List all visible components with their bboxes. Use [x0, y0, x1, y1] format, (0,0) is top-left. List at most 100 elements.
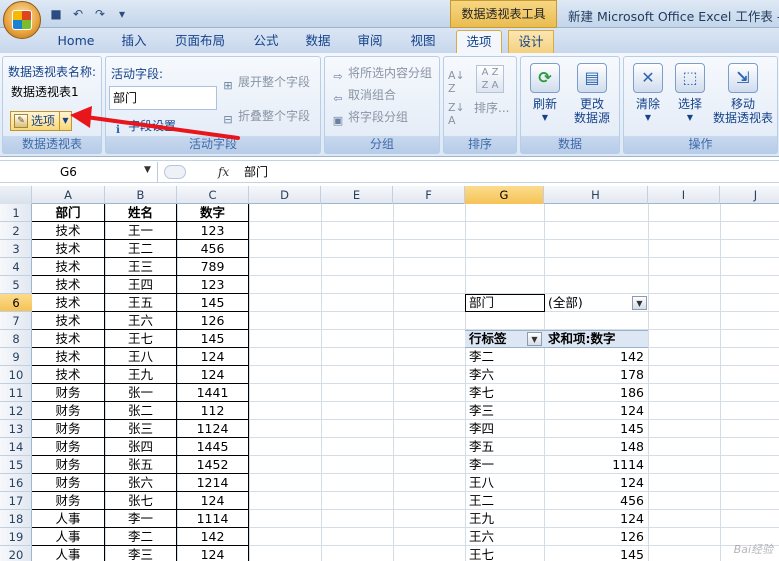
pivot-row-label-cell[interactable]: 李四: [465, 420, 544, 438]
pivot-value-cell[interactable]: 124: [544, 402, 648, 420]
source-data-cell[interactable]: 789: [177, 258, 249, 276]
source-data-cell[interactable]: 李二: [105, 528, 177, 546]
insert-function-icon[interactable]: fx: [218, 162, 229, 182]
source-data-cell[interactable]: 财务: [32, 474, 105, 492]
change-data-source-button[interactable]: ▤ 更改 数据源: [565, 63, 619, 125]
redo-icon[interactable]: ↷: [92, 6, 108, 22]
source-data-cell[interactable]: 124: [177, 546, 249, 561]
tab-data[interactable]: 数据: [296, 30, 340, 53]
source-data-cell[interactable]: 张一: [105, 384, 177, 402]
source-data-cell[interactable]: 124: [177, 348, 249, 366]
column-header-i[interactable]: I: [648, 186, 720, 204]
tab-options[interactable]: 选项: [456, 30, 502, 53]
save-icon[interactable]: ■: [48, 6, 64, 22]
sort-za-icon[interactable]: Z↓ A: [448, 101, 465, 127]
row-header-18[interactable]: 18: [0, 510, 32, 528]
column-header-h[interactable]: H: [544, 186, 648, 204]
sort-button-label[interactable]: 排序...: [474, 99, 509, 116]
column-header-j[interactable]: J: [720, 186, 779, 204]
row-header-17[interactable]: 17: [0, 492, 32, 510]
source-data-cell[interactable]: 1441: [177, 384, 249, 402]
column-header-b[interactable]: B: [105, 186, 177, 204]
sort-az-icon[interactable]: A↓ Z: [448, 69, 465, 95]
row-header-3[interactable]: 3: [0, 240, 32, 258]
clear-button[interactable]: ✕ 清除 ▼: [628, 63, 668, 125]
pivot-row-label-cell[interactable]: 李一: [465, 456, 544, 474]
source-data-cell[interactable]: 145: [177, 294, 249, 312]
row-header-4[interactable]: 4: [0, 258, 32, 276]
formula-input[interactable]: 部门: [244, 162, 268, 182]
source-data-cell[interactable]: 王二: [105, 240, 177, 258]
pivot-value-cell[interactable]: 124: [544, 510, 648, 528]
source-data-cell[interactable]: 145: [177, 330, 249, 348]
tab-insert[interactable]: 插入: [110, 30, 158, 53]
source-data-cell[interactable]: 王四: [105, 276, 177, 294]
pivot-value-cell[interactable]: 178: [544, 366, 648, 384]
ungroup-button[interactable]: ⇦ 取消组合: [331, 86, 396, 106]
source-data-cell[interactable]: 1452: [177, 456, 249, 474]
source-data-cell[interactable]: 财务: [32, 402, 105, 420]
source-data-cell[interactable]: 技术: [32, 276, 105, 294]
source-data-cell[interactable]: 王六: [105, 312, 177, 330]
pivot-value-cell[interactable]: 148: [544, 438, 648, 456]
name-box[interactable]: G6: [0, 162, 158, 182]
pivot-row-label-cell[interactable]: 王八: [465, 474, 544, 492]
row-header-8[interactable]: 8: [0, 330, 32, 348]
source-data-cell[interactable]: 王五: [105, 294, 177, 312]
source-data-cell[interactable]: 1114: [177, 510, 249, 528]
pivot-value-cell[interactable]: 145: [544, 420, 648, 438]
tab-home[interactable]: Home: [48, 30, 104, 53]
select-all-corner[interactable]: [0, 186, 32, 204]
source-header-cell[interactable]: 数字: [177, 204, 249, 222]
column-header-e[interactable]: E: [321, 186, 393, 204]
select-button[interactable]: ⬚ 选择 ▼: [670, 63, 710, 125]
row-header-5[interactable]: 5: [0, 276, 32, 294]
pivot-name-field[interactable]: 数据透视表1: [8, 82, 98, 104]
group-field-button[interactable]: ▣ 将字段分组: [331, 108, 408, 128]
pivot-value-cell[interactable]: 186: [544, 384, 648, 402]
source-data-cell[interactable]: 财务: [32, 492, 105, 510]
column-header-c[interactable]: C: [177, 186, 249, 204]
field-settings-button[interactable]: ℹ 字段设置: [111, 117, 176, 137]
source-data-cell[interactable]: 王八: [105, 348, 177, 366]
tab-formulas[interactable]: 公式: [244, 30, 288, 53]
source-header-cell[interactable]: 部门: [32, 204, 105, 222]
pivot-row-label-cell[interactable]: 王七: [465, 546, 544, 561]
refresh-button[interactable]: ⟳ 刷新 ▼: [526, 63, 564, 125]
source-data-cell[interactable]: 李一: [105, 510, 177, 528]
pivot-row-label-cell[interactable]: 李五: [465, 438, 544, 456]
source-data-cell[interactable]: 124: [177, 366, 249, 384]
pivot-row-label-header[interactable]: 行标签: [465, 330, 525, 348]
source-data-cell[interactable]: 王七: [105, 330, 177, 348]
active-field-input[interactable]: 部门: [109, 86, 217, 110]
row-header-13[interactable]: 13: [0, 420, 32, 438]
customize-qat-icon[interactable]: ▾: [114, 6, 130, 22]
pivot-filter-dropdown-icon[interactable]: ▼: [632, 296, 647, 310]
source-data-cell[interactable]: 财务: [32, 438, 105, 456]
tab-view[interactable]: 视图: [400, 30, 446, 53]
source-data-cell[interactable]: 技术: [32, 240, 105, 258]
pivot-value-cell[interactable]: 124: [544, 474, 648, 492]
source-data-cell[interactable]: 技术: [32, 348, 105, 366]
pivot-value-cell[interactable]: 145: [544, 546, 648, 561]
source-data-cell[interactable]: 人事: [32, 528, 105, 546]
group-selection-button[interactable]: ⇨ 将所选内容分组: [331, 64, 432, 84]
row-header-9[interactable]: 9: [0, 348, 32, 366]
row-header-20[interactable]: 20: [0, 546, 32, 561]
pivot-filter-field[interactable]: 部门: [465, 294, 544, 312]
source-data-cell[interactable]: 王一: [105, 222, 177, 240]
source-data-cell[interactable]: 张二: [105, 402, 177, 420]
pivot-row-label-cell[interactable]: 李七: [465, 384, 544, 402]
pivot-row-label-cell[interactable]: 王二: [465, 492, 544, 510]
pivot-value-cell[interactable]: 456: [544, 492, 648, 510]
source-data-cell[interactable]: 财务: [32, 456, 105, 474]
cells-area[interactable]: 部门 (全部) ▼ 行标签 ▼ 求和项:数字 部门 姓名 数字 技术 王一 123 技术 王二…: [32, 204, 779, 561]
row-labels-dropdown-icon[interactable]: ▼: [527, 332, 542, 346]
source-data-cell[interactable]: 张五: [105, 456, 177, 474]
source-data-cell[interactable]: 王三: [105, 258, 177, 276]
row-header-19[interactable]: 19: [0, 528, 32, 546]
source-data-cell[interactable]: 112: [177, 402, 249, 420]
sort-dialog-icon[interactable]: A ZZ A: [476, 65, 504, 93]
tab-design[interactable]: 设计: [508, 30, 554, 53]
source-data-cell[interactable]: 123: [177, 276, 249, 294]
